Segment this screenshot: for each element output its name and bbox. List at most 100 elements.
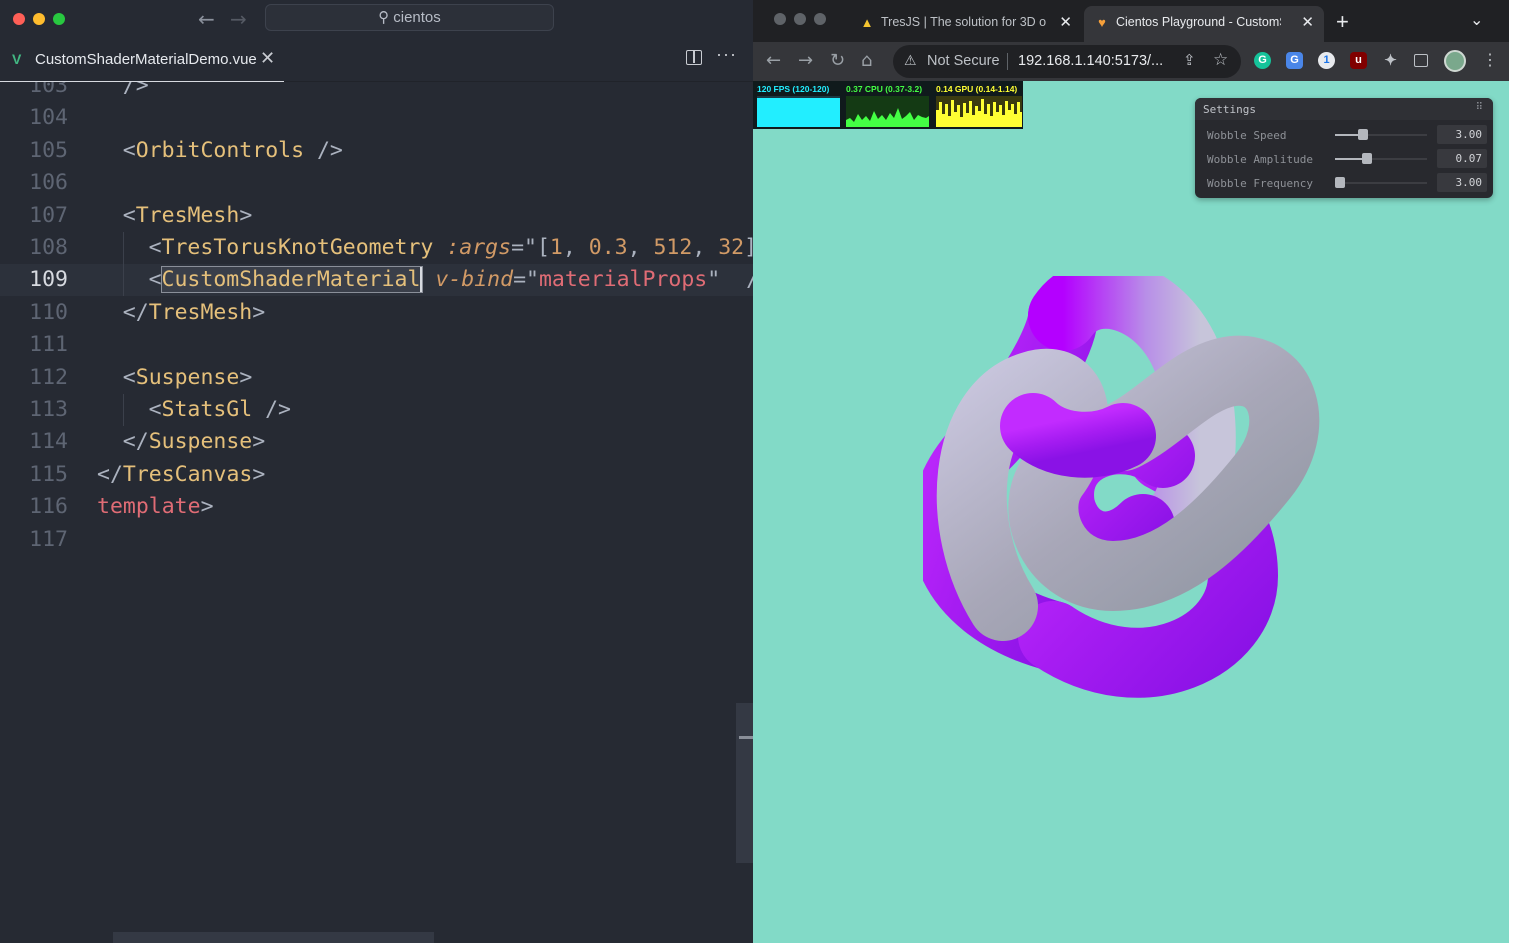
setting-slider[interactable] xyxy=(1335,177,1427,188)
more-actions-icon[interactable]: ··· xyxy=(716,44,737,65)
close-window-button[interactable] xyxy=(13,13,25,25)
new-tab-button[interactable]: + xyxy=(1336,9,1349,35)
security-status[interactable]: Not Secure xyxy=(927,53,1000,69)
forward-arrow-icon[interactable]: → xyxy=(230,7,247,31)
gpu-panel: 0.14 GPU (0.14-1.14) xyxy=(934,83,1022,128)
setting-value-input[interactable]: 3.00 xyxy=(1437,125,1487,144)
browser-tab-tresjs[interactable]: ▲ TresJS | The solution for 3D on the we… xyxy=(849,6,1082,42)
zoom-window-button[interactable] xyxy=(53,13,65,25)
line-number: 116 xyxy=(29,494,68,520)
code-token: , xyxy=(692,235,719,260)
close-tab-icon[interactable]: ✕ xyxy=(1059,13,1072,31)
split-editor-icon[interactable] xyxy=(686,50,702,65)
grammarly-extension-icon[interactable]: G xyxy=(1254,52,1271,69)
close-tab-icon[interactable]: ✕ xyxy=(260,48,275,69)
code-line[interactable]: 111 xyxy=(0,329,753,361)
tab-custom-shader-material-demo[interactable]: V CustomShaderMaterialDemo.vue ✕ xyxy=(0,38,284,82)
code-line[interactable]: 103 /> xyxy=(0,82,753,102)
translate-extension-icon[interactable]: G xyxy=(1286,52,1303,69)
line-number: 114 xyxy=(29,429,68,455)
horizontal-scrollbar[interactable] xyxy=(113,932,434,943)
ublock-extension-icon[interactable]: u xyxy=(1350,52,1367,69)
code-line[interactable]: 105 <OrbitControls /> xyxy=(0,135,753,167)
back-arrow-icon[interactable]: ← xyxy=(198,7,215,31)
minimize-window-button[interactable] xyxy=(794,13,806,25)
share-icon[interactable]: ⇪ xyxy=(1183,51,1196,69)
divider xyxy=(1007,53,1008,70)
browser-window: ▲ TresJS | The solution for 3D on the we… xyxy=(753,0,1509,943)
side-panel-icon[interactable] xyxy=(1414,54,1428,67)
tab-label: CustomShaderMaterialDemo.vue xyxy=(35,51,257,68)
webgl-canvas[interactable]: 120 FPS (120-120) 0.37 CPU (0.37-3.2) 0.… xyxy=(753,81,1509,943)
password-manager-extension-icon[interactable]: 1 xyxy=(1318,52,1335,69)
code-token: TresCanvas xyxy=(122,461,253,487)
back-arrow-icon[interactable]: ← xyxy=(766,50,781,71)
extensions-puzzle-icon[interactable]: ✦ xyxy=(1382,52,1399,69)
settings-header[interactable]: Settings ⠿ xyxy=(1195,98,1493,120)
vertical-scrollbar[interactable] xyxy=(736,703,753,863)
close-tab-icon[interactable]: ✕ xyxy=(1301,13,1314,31)
tab-search-chevron-icon[interactable]: ⌄ xyxy=(1470,10,1483,30)
code-text: <CustomShaderMaterial v-bind="materialPr… xyxy=(149,264,753,296)
settings-title: Settings xyxy=(1203,103,1256,116)
code-text: <TresMesh> xyxy=(123,200,252,232)
address-bar[interactable]: ⚠ Not Secure 192.168.1.140:5173/... ⇪ ☆ xyxy=(893,45,1241,78)
code-line[interactable]: 114 </Suspense> xyxy=(0,426,753,458)
code-token: < xyxy=(122,202,136,228)
forward-arrow-icon[interactable]: → xyxy=(798,50,813,71)
code-line[interactable]: 110 </TresMesh> xyxy=(0,297,753,329)
code-line[interactable]: 108 <TresTorusKnotGeometry :args="[1, 0.3… xyxy=(0,232,753,264)
search-icon: ⚲ xyxy=(378,8,390,26)
code-line[interactable]: 112 <Suspense> xyxy=(0,362,753,394)
setting-slider[interactable] xyxy=(1335,129,1427,140)
line-number: 105 xyxy=(29,137,68,163)
setting-value-input[interactable]: 0.07 xyxy=(1437,149,1487,168)
drag-handle-icon[interactable]: ⠿ xyxy=(1476,102,1483,113)
settings-row: Wobble Speed 3.00 xyxy=(1195,123,1493,147)
code-line[interactable]: 117 xyxy=(0,524,753,556)
code-token: v-bind xyxy=(435,267,514,293)
code-area[interactable]: 103/> 104 105 <OrbitControls /> 106 107 <TresM… xyxy=(0,82,753,943)
code-line[interactable]: 107 <TresMesh> xyxy=(0,200,753,232)
browser-menu-icon[interactable]: ⋮ xyxy=(1482,50,1498,70)
url-text[interactable]: 192.168.1.140:5173/... xyxy=(1018,53,1163,69)
code-token: :args xyxy=(446,235,512,260)
profile-avatar[interactable] xyxy=(1444,50,1466,72)
code-line[interactable]: 116 template> xyxy=(0,491,753,523)
setting-slider[interactable] xyxy=(1335,153,1427,164)
gpu-graph xyxy=(936,96,1022,127)
settings-panel: Settings ⠿ Wobble Speed 3.00 Wobble Amplit… xyxy=(1195,98,1493,198)
home-icon[interactable]: ⌂ xyxy=(861,50,872,71)
code-token: /> xyxy=(304,137,343,163)
code-editor-window: ← → ⚲ cientos V CustomShaderMaterialDemo.… xyxy=(0,0,753,943)
minimize-window-button[interactable] xyxy=(33,13,45,25)
code-line[interactable]: 106 xyxy=(0,167,753,199)
code-token: ="[ xyxy=(511,235,550,260)
code-token: > xyxy=(252,461,266,487)
code-line[interactable]: 115 </TresCanvas> xyxy=(0,459,753,491)
code-text: </TresCanvas> xyxy=(97,459,265,491)
torus-knot-mesh[interactable] xyxy=(923,276,1343,736)
line-number: 112 xyxy=(29,364,68,390)
reload-icon[interactable]: ↻ xyxy=(830,50,845,71)
code-token: 0.3 xyxy=(588,235,628,260)
code-line[interactable]: 109 <CustomShaderMaterial v-bind="materia… xyxy=(0,264,753,297)
vue-icon: V xyxy=(12,51,22,67)
bookmark-star-icon[interactable]: ☆ xyxy=(1213,50,1228,70)
slider-knob[interactable] xyxy=(1358,129,1368,140)
tresjs-icon: ▲ xyxy=(860,15,874,30)
close-window-button[interactable] xyxy=(774,13,786,25)
code-token: < xyxy=(122,137,136,163)
browser-tab-cientos-playground[interactable]: ♥ Cientos Playground - CustomShaderMater… xyxy=(1084,6,1324,42)
zoom-window-button[interactable] xyxy=(814,13,826,25)
code-line[interactable]: 113 <StatsGl /> xyxy=(0,394,753,426)
slider-knob[interactable] xyxy=(1335,177,1345,188)
warning-icon[interactable]: ⚠ xyxy=(904,52,917,69)
command-center-search[interactable]: ⚲ cientos xyxy=(265,4,554,31)
code-line[interactable]: 104 xyxy=(0,102,753,134)
code-token: 32 xyxy=(718,235,745,260)
slider-knob[interactable] xyxy=(1362,153,1372,164)
code-token: TresMesh xyxy=(135,202,240,228)
setting-value-input[interactable]: 3.00 xyxy=(1437,173,1487,192)
